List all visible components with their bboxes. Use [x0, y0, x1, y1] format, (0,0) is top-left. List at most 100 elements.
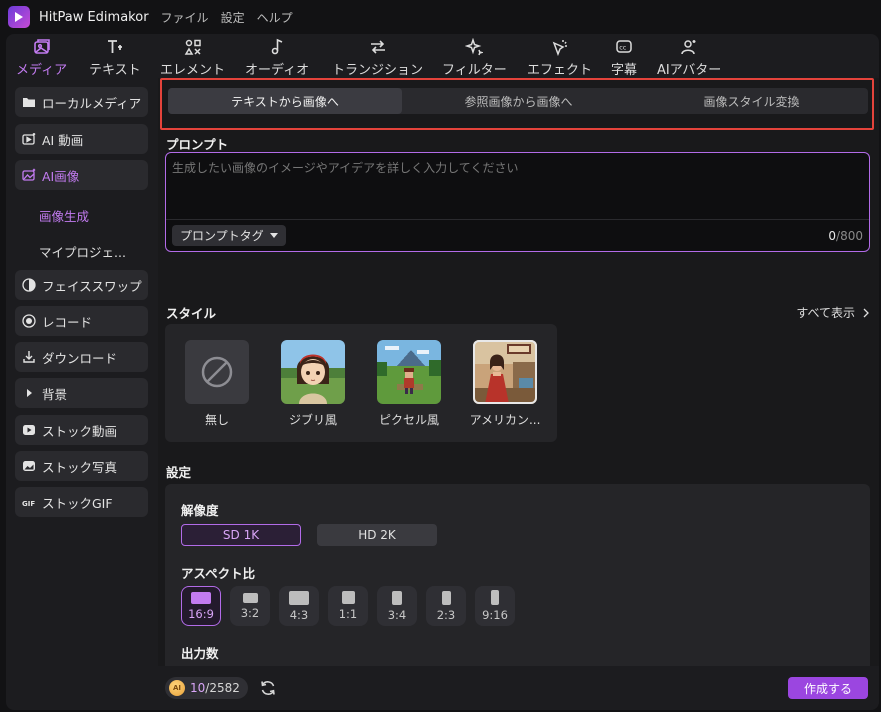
- menu-help[interactable]: ヘルプ: [257, 9, 293, 26]
- refresh-icon[interactable]: [259, 679, 277, 697]
- sidebar-item-local-media[interactable]: ローカルメディア: [15, 87, 148, 117]
- aspect-3-4-button[interactable]: 3:4: [377, 586, 417, 626]
- elements-icon: [184, 36, 202, 58]
- tool-audio[interactable]: オーディオ: [245, 36, 309, 78]
- sidebar-item-record[interactable]: レコード: [15, 306, 148, 336]
- none-icon: [185, 340, 249, 404]
- pixel-thumbnail: [377, 340, 441, 404]
- style-option-american[interactable]: アメリカン...: [467, 340, 543, 428]
- style-option-none[interactable]: 無し: [179, 340, 255, 428]
- tool-media[interactable]: メディア: [16, 36, 67, 78]
- prompt-tag-dropdown[interactable]: プロンプトタグ: [172, 225, 286, 246]
- tool-ai-avatar[interactable]: AIアバター: [657, 36, 721, 78]
- credits-used: 10: [190, 681, 206, 695]
- face-swap-icon: [21, 277, 37, 293]
- svg-text:cc: cc: [619, 44, 627, 52]
- aspect-ratio-label: アスペクト比: [181, 566, 256, 581]
- prompt-title: プロンプト: [166, 137, 229, 152]
- aspect-1-1-shape: [341, 591, 355, 604]
- tab-text-to-image[interactable]: テキストから画像へ: [168, 88, 402, 114]
- generate-button[interactable]: 作成する: [788, 677, 868, 699]
- folder-icon: [21, 94, 37, 110]
- tool-filter[interactable]: フィルター: [442, 36, 507, 78]
- resolution-label: 解像度: [181, 503, 219, 518]
- coin-icon: AI: [169, 680, 185, 696]
- aspect-2-3-button[interactable]: 2:3: [426, 586, 466, 626]
- aspect-1-1-button[interactable]: 1:1: [328, 586, 368, 626]
- caret-down-icon: [269, 233, 278, 238]
- aspect-16-9-shape: [191, 591, 211, 604]
- american-thumbnail: [473, 340, 537, 404]
- subtitle-icon: cc: [615, 36, 633, 58]
- sidebar-item-stock-video[interactable]: ストック動画: [15, 415, 148, 445]
- sidebar-item-face-swap[interactable]: フェイススワップ: [15, 270, 148, 300]
- audio-icon: [268, 36, 286, 58]
- menu-settings[interactable]: 設定: [221, 9, 245, 26]
- filter-icon: [465, 36, 484, 58]
- chevron-right-icon: [863, 308, 869, 317]
- char-count: 0/800: [828, 229, 863, 243]
- aspect-16-9-button[interactable]: 16:9: [181, 586, 221, 626]
- prompt-box: プロンプトタグ 0/800: [165, 152, 870, 252]
- tab-reference-to-image[interactable]: 参照画像から画像へ: [402, 88, 635, 114]
- tool-subtitle[interactable]: cc 字幕: [611, 36, 637, 78]
- svg-text:GIF: GIF: [22, 500, 35, 508]
- sidebar-item-ai-image[interactable]: AI画像: [15, 160, 148, 190]
- gif-icon: GIF: [21, 494, 37, 510]
- stock-photo-icon: [21, 458, 37, 474]
- aspect-3-4-shape: [392, 590, 402, 605]
- tool-text[interactable]: テキスト: [89, 36, 141, 78]
- show-all-link[interactable]: すべて表示: [796, 304, 871, 321]
- title-bar: HitPaw Edimakor ファイル 設定 ヘルプ: [0, 0, 881, 34]
- prompt-divider: [166, 219, 869, 220]
- download-icon: [21, 349, 37, 365]
- content-panel: テキストから画像へ 参照画像から画像へ 画像スタイル変換 プロンプト プロンプト…: [158, 78, 879, 710]
- stock-video-icon: [21, 422, 37, 438]
- record-icon: [21, 313, 37, 329]
- resolution-sd-1k-button[interactable]: SD 1K: [181, 524, 301, 546]
- tool-transition[interactable]: トランジション: [332, 36, 423, 78]
- style-title: スタイル: [166, 306, 217, 321]
- avatar-icon: [680, 36, 698, 58]
- sidebar-item-download[interactable]: ダウンロード: [15, 342, 148, 372]
- aspect-4-3-button[interactable]: 4:3: [279, 586, 319, 626]
- aspect-9-16-shape: [491, 590, 499, 605]
- settings-title: 設定: [166, 465, 192, 480]
- tool-effect[interactable]: エフェクト: [527, 36, 592, 78]
- ghibli-thumbnail: [281, 340, 345, 404]
- sidebar-item-background[interactable]: 背景: [15, 378, 148, 408]
- aspect-4-3-shape: [289, 590, 309, 605]
- resolution-hd-2k-button[interactable]: HD 2K: [317, 524, 437, 546]
- transition-icon: [369, 36, 387, 58]
- bottom-bar: AI 10 /2582 作成する: [158, 666, 879, 710]
- aspect-2-3-shape: [441, 590, 451, 605]
- ai-image-icon: [21, 167, 37, 183]
- aspect-3-2-shape: [242, 592, 258, 603]
- style-option-pixel[interactable]: ピクセル風: [371, 340, 447, 428]
- tab-style-transfer[interactable]: 画像スタイル変換: [635, 88, 868, 114]
- aspect-9-16-button[interactable]: 9:16: [475, 586, 515, 626]
- prompt-input[interactable]: [166, 153, 869, 217]
- media-icon: [33, 36, 51, 58]
- mode-tabs: テキストから画像へ 参照画像から画像へ 画像スタイル変換: [168, 88, 868, 114]
- aspect-3-2-button[interactable]: 3:2: [230, 586, 270, 626]
- style-option-ghibli[interactable]: ジブリ風: [275, 340, 351, 428]
- credits-badge: AI 10 /2582: [165, 677, 248, 699]
- sidebar-sub-image-generation[interactable]: 画像生成: [39, 206, 89, 225]
- sidebar: ローカルメディア AI 動画 AI画像 画像生成 マイプロジェ... フェイスス…: [6, 84, 156, 710]
- ai-video-icon: [21, 131, 37, 147]
- output-count-label: 出力数: [181, 646, 219, 661]
- chevron-right-icon: [21, 385, 37, 401]
- sidebar-sub-my-projects[interactable]: マイプロジェ...: [39, 242, 126, 261]
- app-name: HitPaw Edimakor: [39, 9, 149, 25]
- app-logo-icon: [8, 6, 30, 28]
- credits-total: /2582: [205, 681, 240, 695]
- text-icon: [106, 36, 124, 58]
- sidebar-item-ai-video[interactable]: AI 動画: [15, 124, 148, 154]
- effect-icon: [551, 36, 569, 58]
- tabs-highlight: テキストから画像へ 参照画像から画像へ 画像スタイル変換: [160, 78, 874, 130]
- sidebar-item-stock-photo[interactable]: ストック写真: [15, 451, 148, 481]
- tool-elements[interactable]: エレメント: [160, 36, 225, 78]
- sidebar-item-stock-gif[interactable]: GIF ストックGIF: [15, 487, 148, 517]
- menu-file[interactable]: ファイル: [161, 9, 209, 26]
